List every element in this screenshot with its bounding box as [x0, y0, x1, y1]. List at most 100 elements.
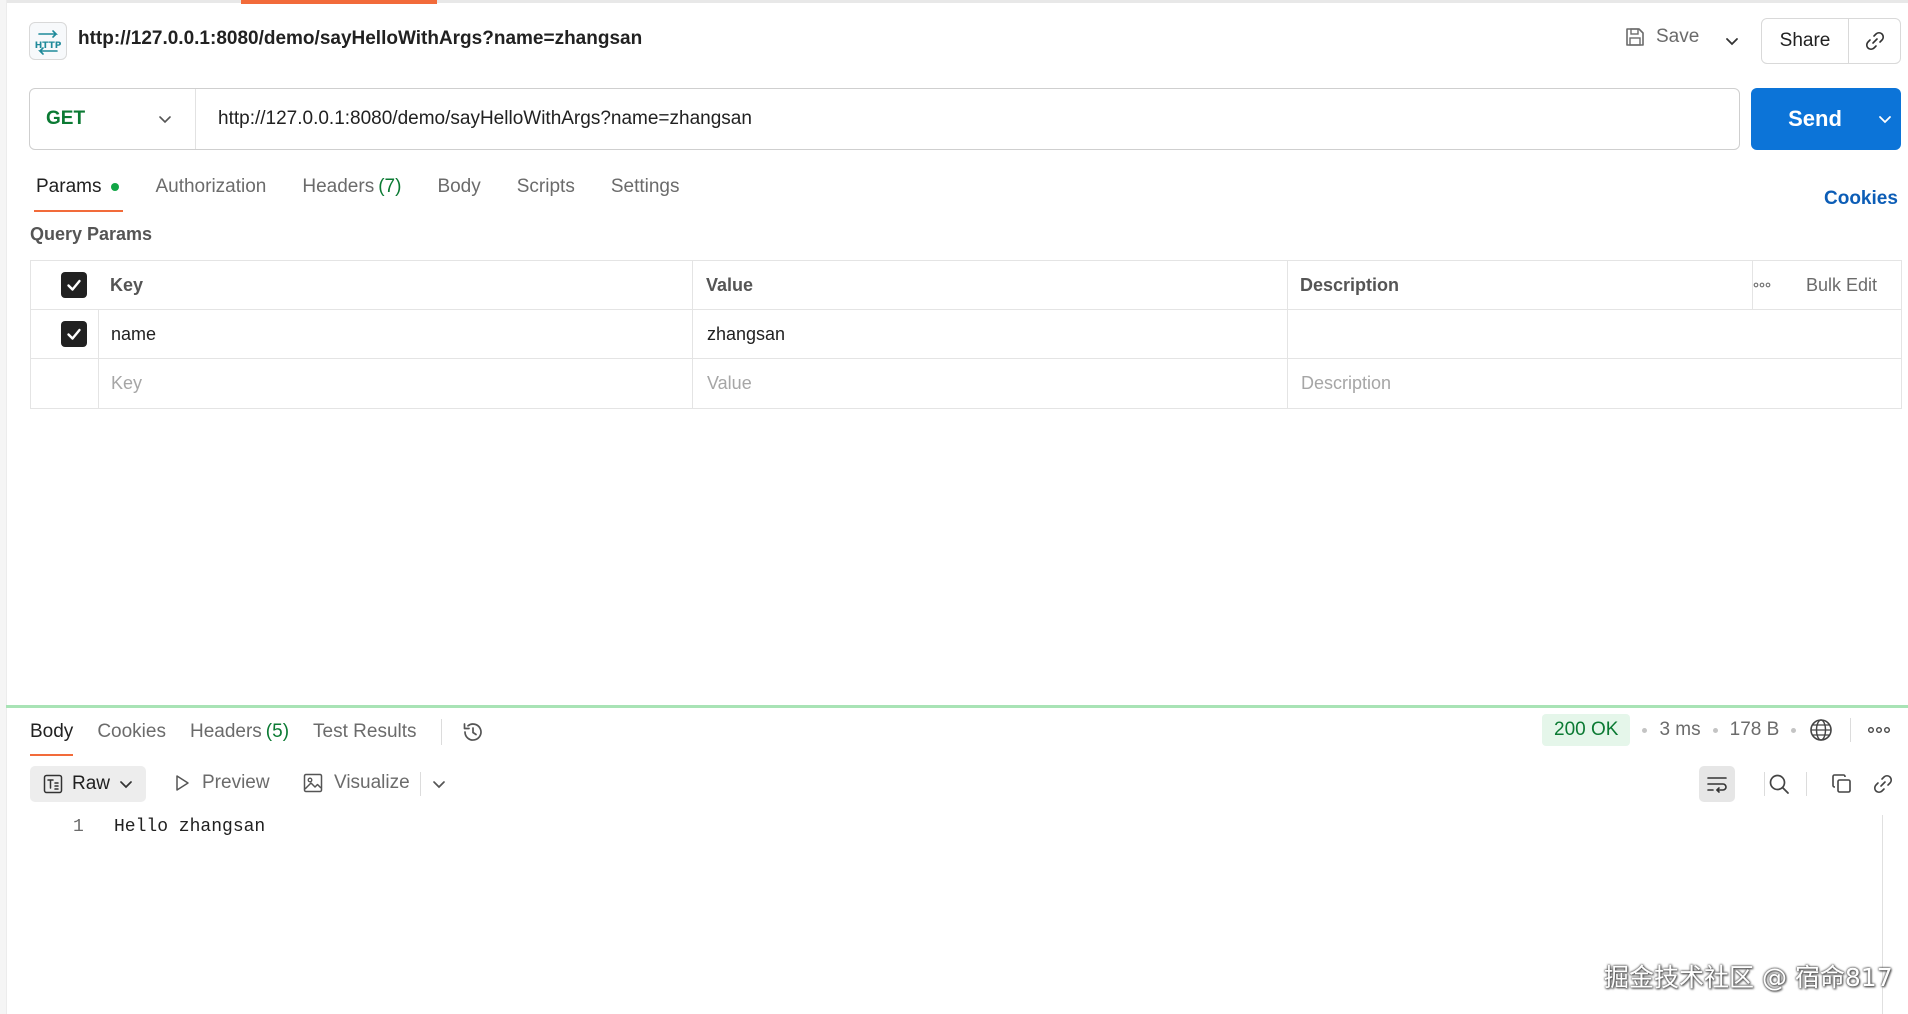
response-size[interactable]: 178 B [1730, 719, 1780, 741]
tab-label: Authorization [155, 176, 267, 197]
request-tabs: Params Authorization Headers (7) Body Sc… [33, 176, 715, 212]
params-active-dot [111, 183, 120, 191]
tab-label: Settings [610, 176, 680, 197]
column-header-value: Value [706, 274, 754, 295]
tab-response-cookies[interactable]: Cookies [97, 721, 166, 743]
meta-divider [1850, 718, 1852, 742]
sidebar-edge [0, 0, 7, 1014]
active-tab-indicator [241, 0, 437, 4]
select-all-cell [61, 261, 101, 309]
new-description-input[interactable]: Description [1301, 359, 1891, 407]
param-description-input[interactable] [1301, 310, 1891, 358]
format-raw-select[interactable]: Raw [30, 766, 146, 802]
bulk-edit-button[interactable]: Bulk Edit [1806, 261, 1877, 309]
save-options-button[interactable] [1714, 22, 1750, 60]
line-number: 1 [73, 817, 84, 837]
url-input[interactable]: http://127.0.0.1:8080/demo/sayHelloWithA… [196, 108, 752, 130]
watermark: 掘金技术社区 @ 宿命817 [1604, 963, 1893, 992]
tab-response-body[interactable]: Body [30, 721, 74, 756]
chevron-down-icon [159, 116, 171, 124]
svg-text:HTTP: HTTP [35, 41, 62, 51]
tab-divider [440, 719, 442, 745]
new-value-input[interactable]: Value [707, 359, 1287, 407]
search-icon [1769, 774, 1789, 794]
param-key-input[interactable]: name [111, 310, 691, 358]
share-button-group: Share [1761, 18, 1901, 64]
tab-authorization[interactable]: Authorization [155, 176, 266, 198]
visualize-label: Visualize [334, 772, 410, 793]
select-all-checkbox[interactable] [61, 272, 87, 298]
play-icon [176, 775, 189, 791]
search-button[interactable] [1764, 769, 1794, 799]
chevron-down-icon [1879, 116, 1891, 124]
copy-link-button[interactable] [1849, 30, 1900, 52]
send-options-button[interactable] [1869, 111, 1901, 127]
tab-params[interactable]: Params [33, 176, 124, 212]
query-params-heading: Query Params [30, 224, 153, 244]
visualize-button[interactable]: Visualize [302, 772, 410, 794]
toolbar-divider [1806, 772, 1807, 796]
status-badge[interactable]: 200 OK [1542, 714, 1631, 746]
tab-headers[interactable]: Headers (7) [302, 176, 401, 198]
method-label: GET [46, 108, 86, 129]
history-button[interactable] [460, 719, 486, 745]
http-request-icon: HTTP [29, 22, 67, 60]
tab-test-results[interactable]: Test Results [313, 721, 416, 743]
request-title[interactable]: http://127.0.0.1:8080/demo/sayHelloWithA… [78, 28, 642, 50]
wrap-text-icon [1707, 777, 1727, 793]
more-horizontal-icon [1868, 727, 1891, 733]
visualize-options-button[interactable] [420, 772, 447, 796]
format-label: Raw [72, 773, 111, 794]
preview-button[interactable]: Preview [172, 772, 270, 794]
chevron-down-icon [120, 781, 132, 789]
send-button-group: Send [1751, 88, 1901, 150]
tab-label: Params [36, 176, 102, 197]
tab-label: Body [437, 176, 481, 197]
tab-label: Scripts [516, 176, 575, 197]
tab-label: Cookies [97, 721, 166, 742]
column-header-description: Description [1300, 274, 1400, 295]
param-enabled-checkbox[interactable] [61, 321, 87, 347]
tab-response-headers[interactable]: Headers (5) [190, 721, 289, 743]
new-key-input[interactable]: Key [111, 359, 691, 407]
row-checkbox-cell [61, 310, 101, 358]
more-options-button[interactable] [1753, 261, 1771, 309]
response-meta: 200 OK 3 ms 178 B [1542, 714, 1891, 746]
tab-scripts[interactable]: Scripts [517, 176, 575, 198]
network-info-button[interactable] [1808, 717, 1834, 743]
tab-label: Test Results [313, 721, 417, 742]
tab-label: Headers [189, 721, 262, 742]
copy-response-button[interactable] [1827, 769, 1857, 799]
method-select[interactable]: GET [30, 89, 196, 149]
share-button[interactable]: Share [1762, 30, 1848, 52]
save-icon [1626, 28, 1644, 46]
table-row-new: Key Value Description [31, 359, 1901, 407]
pane-resize-handle[interactable] [6, 705, 1908, 708]
copy-link-response-button[interactable] [1868, 769, 1898, 799]
tab-settings[interactable]: Settings [611, 176, 680, 198]
separator-dot [1791, 727, 1797, 733]
globe-icon [1810, 719, 1833, 741]
toolbar-divider [420, 772, 421, 796]
response-body-text[interactable]: Hello zhangsan [114, 817, 265, 837]
tab-label: Headers [302, 176, 375, 197]
send-button[interactable]: Send [1751, 106, 1869, 132]
tab-body[interactable]: Body [437, 176, 480, 198]
more-horizontal-icon [1753, 282, 1771, 288]
response-time[interactable]: 3 ms [1659, 719, 1700, 741]
save-button[interactable]: Save [1624, 26, 1699, 48]
cookies-link[interactable]: Cookies [1824, 188, 1898, 210]
table-header-row: Key Value Description Bulk Edit [31, 261, 1901, 310]
separator-dot [1642, 727, 1648, 733]
response-more-button[interactable] [1867, 725, 1891, 735]
copy-icon [1832, 774, 1851, 793]
image-icon [303, 773, 323, 793]
column-divider [692, 261, 693, 408]
column-header-key: Key [110, 274, 144, 295]
table-row: name zhangsan [31, 310, 1901, 359]
wrap-lines-toggle[interactable] [1699, 766, 1735, 802]
column-divider [98, 310, 99, 408]
preview-label: Preview [202, 772, 270, 793]
headers-count: (5) [265, 721, 290, 742]
param-value-input[interactable]: zhangsan [707, 310, 1287, 358]
